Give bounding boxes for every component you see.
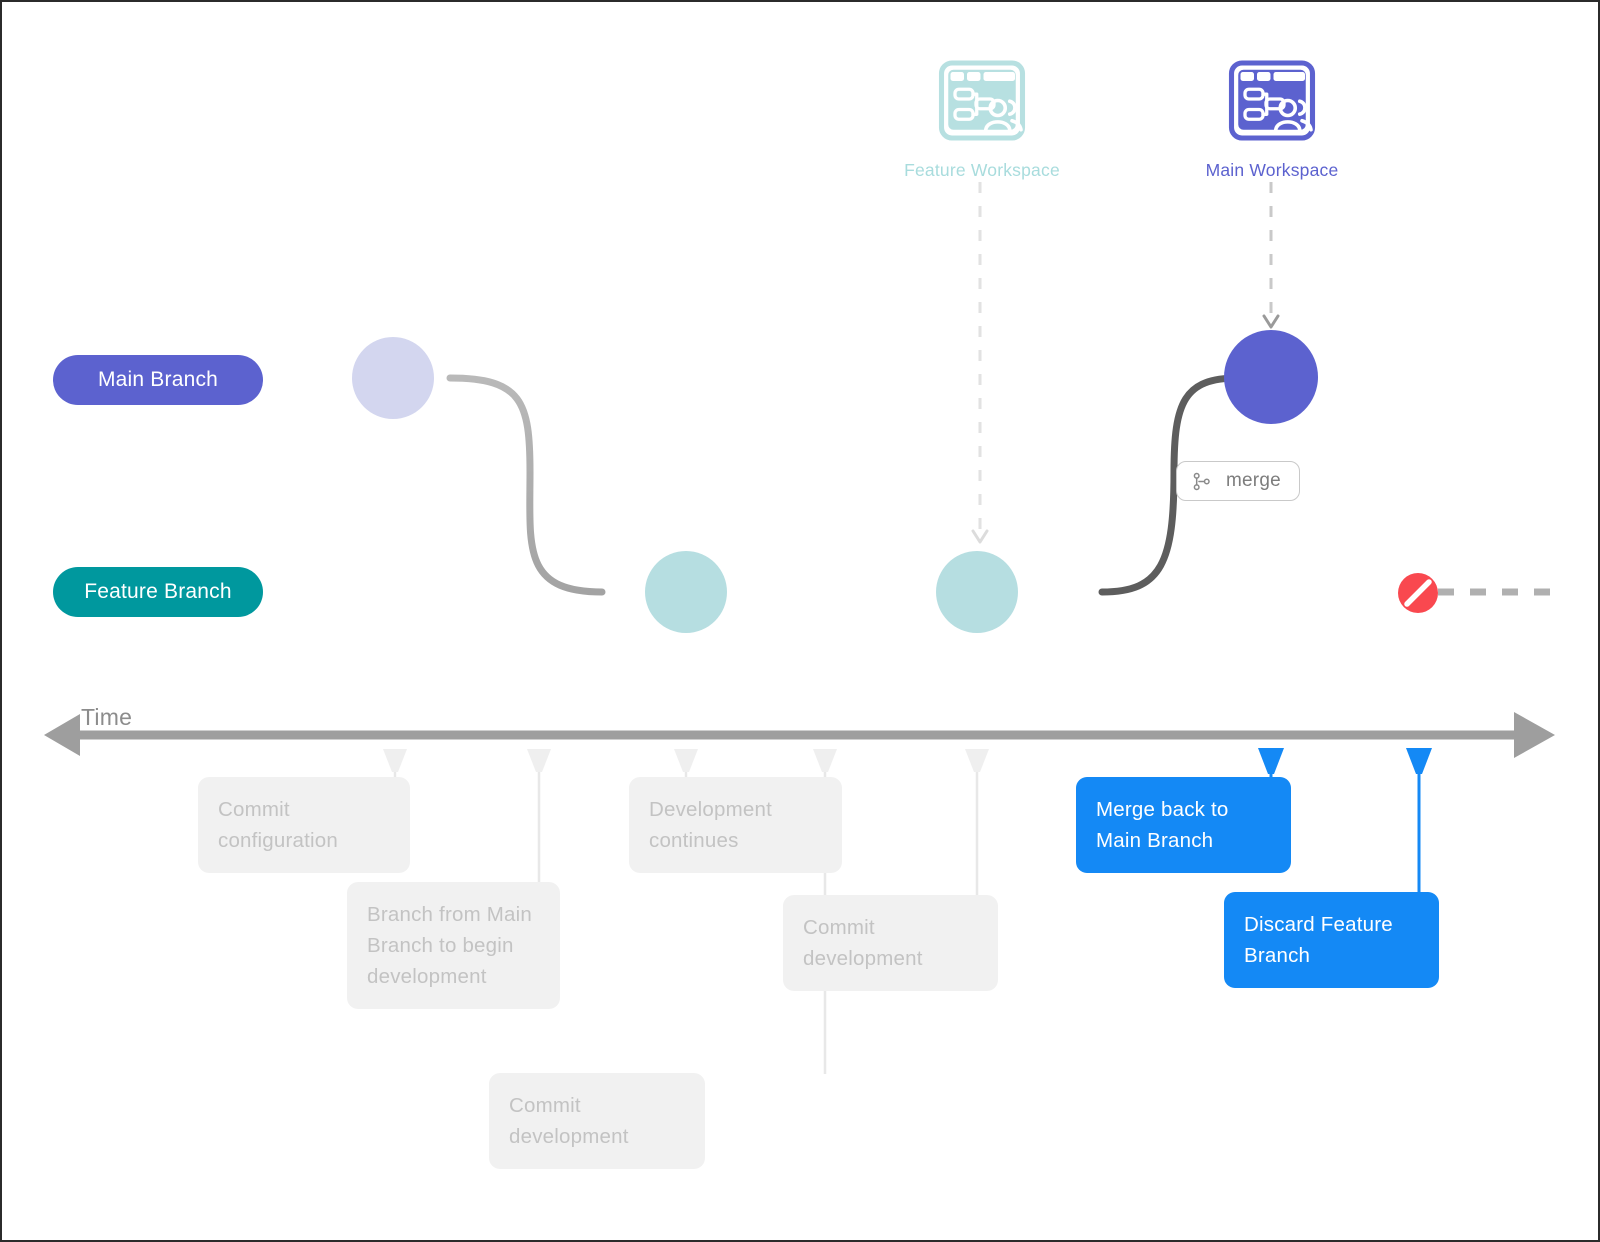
merge-badge[interactable]: merge — [1176, 461, 1300, 501]
annotation-development-continues[interactable]: Development continues — [629, 777, 842, 873]
branch-label-feature[interactable]: Feature Branch — [53, 567, 263, 617]
annotation-merge-back-to-main[interactable]: Merge back to Main Branch — [1076, 777, 1291, 873]
annotation-discard-feature-branch[interactable]: Discard Feature Branch — [1224, 892, 1439, 988]
annotation-commit-development-1[interactable]: Commit development — [783, 895, 998, 991]
discard-marker-icon — [1398, 573, 1438, 613]
main-workspace-connector — [1262, 182, 1280, 329]
commit-node-main-merge — [1224, 330, 1318, 424]
time-axis — [44, 712, 1555, 758]
annotation-commit-development-2[interactable]: Commit development — [489, 1073, 705, 1169]
timeline-pin-discard-feature-branch — [1406, 748, 1432, 895]
git-branch-icon — [1193, 472, 1210, 490]
main-workspace[interactable]: Main Workspace — [1177, 54, 1367, 181]
branch-out-curve — [446, 374, 606, 596]
merge-badge-label: merge — [1226, 470, 1281, 491]
main-workspace-label: Main Workspace — [1205, 160, 1339, 180]
workspace-icon — [1228, 60, 1316, 141]
timeline-pin-branch-from-main — [527, 749, 551, 892]
commit-node-feature-1 — [645, 551, 727, 633]
commit-node-main-initial — [352, 337, 434, 419]
workspace-icon — [938, 60, 1026, 141]
timeline-pin-commit-development-1 — [965, 749, 989, 895]
annotation-commit-configuration[interactable]: Commit configuration — [198, 777, 410, 873]
annotation-branch-from-main[interactable]: Branch from Main Branch to begin develop… — [347, 882, 560, 1009]
diagram-graphics — [44, 182, 1555, 1074]
feature-workspace[interactable]: Feature Workspace — [887, 54, 1077, 181]
branch-label-main[interactable]: Main Branch — [53, 355, 263, 405]
feature-workspace-connector — [971, 182, 989, 544]
commit-node-feature-2 — [936, 551, 1018, 633]
git-branching-diagram: Main Branch Feature Branch Feature Works… — [0, 0, 1600, 1242]
feature-workspace-label: Feature Workspace — [904, 160, 1060, 180]
time-axis-label: Time — [81, 704, 133, 730]
